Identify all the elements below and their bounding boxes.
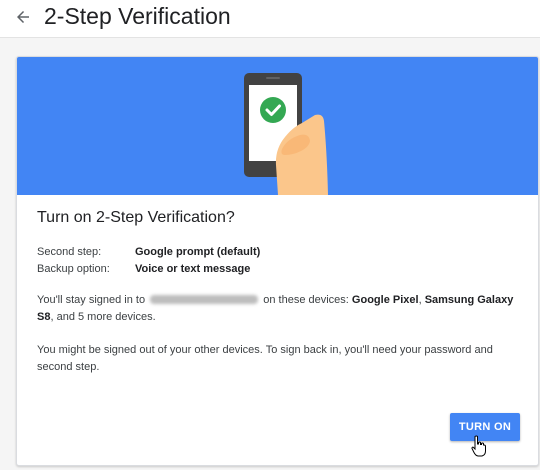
device-google-pixel: Google Pixel: [351, 294, 419, 306]
backup-option-value: Voice or text message: [135, 263, 251, 275]
card-title: Turn on 2-Step Verification?: [37, 209, 235, 226]
second-step-value: Google prompt (default): [135, 246, 261, 258]
top-bar: 2-Step Verification: [0, 0, 540, 38]
hand-cursor-icon: [471, 435, 486, 457]
confirmation-card: Turn on 2-Step Verification? Second step…: [16, 56, 539, 466]
hero-banner: [17, 57, 538, 195]
second-step-label: Second step:: [37, 246, 102, 258]
arrow-back-icon[interactable]: [14, 8, 32, 26]
backup-option-label: Backup option:: [37, 263, 110, 275]
signout-note: You might be signed out of your other de…: [37, 344, 493, 373]
signed-in-devices-text: You'll stay signed in to on these device…: [37, 294, 514, 323]
page-title: 2-Step Verification: [44, 3, 231, 29]
redacted-email: [150, 295, 259, 304]
phone-checkmark-icon: [244, 73, 328, 195]
